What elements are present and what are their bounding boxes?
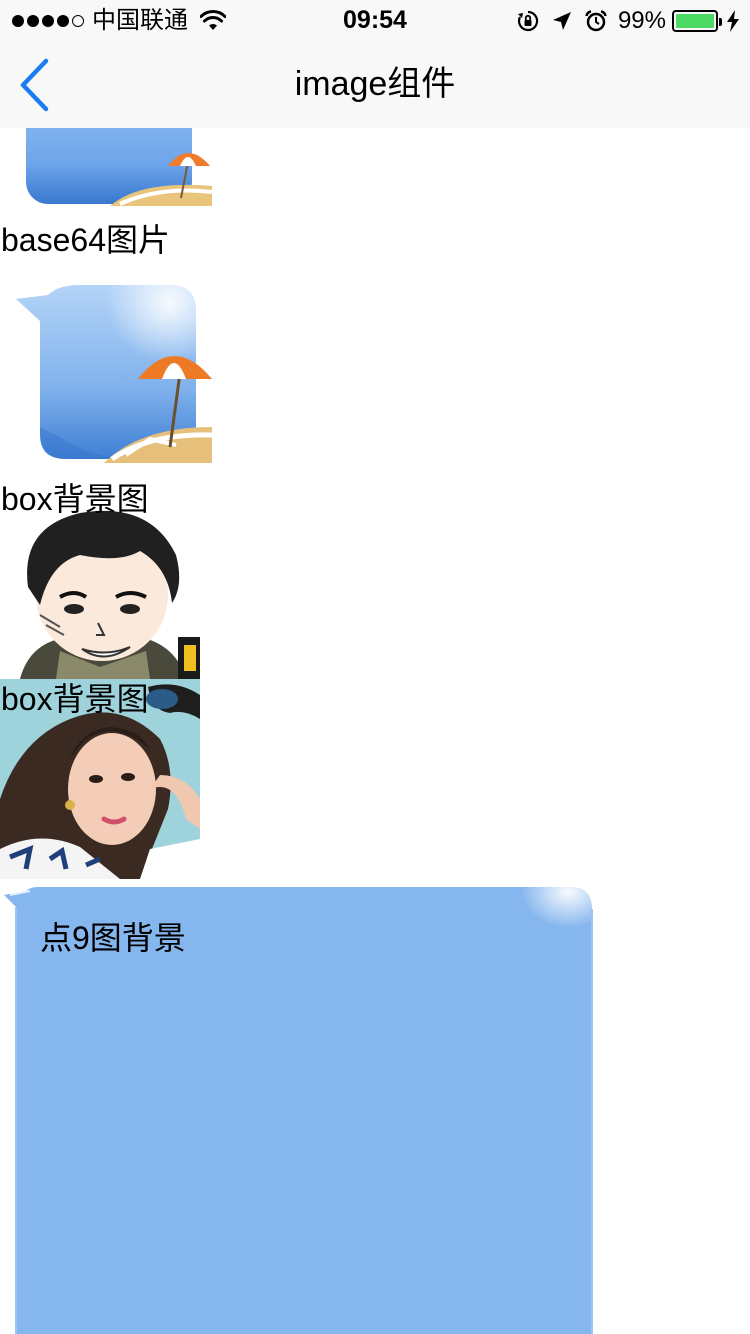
location-arrow-icon (552, 12, 571, 30)
battery-fill (676, 14, 714, 28)
charging-icon (727, 10, 739, 32)
base64-image-label: base64图片 (1, 222, 170, 258)
page-title: image组件 (294, 65, 456, 103)
cartoon-avatar-image (0, 505, 200, 679)
base64-bubble-image (16, 285, 212, 463)
status-right: 99% (516, 6, 740, 36)
box-background-label-2: box背景图 (1, 681, 149, 717)
nine-patch-label: 点9图背景 (40, 920, 186, 956)
orientation-lock-icon (517, 10, 539, 32)
battery-icon (672, 10, 722, 32)
alarm-icon (585, 10, 607, 32)
scroll-content[interactable]: base64图片 box背景图 box背景图 点9图背景 (0, 128, 750, 1334)
status-bar: 中国联通 09:54 99% (0, 0, 750, 40)
bubble-image-clipped (26, 128, 212, 206)
battery-percent: 99% (617, 7, 666, 34)
navigation-bar: image组件 (0, 40, 750, 128)
box-background-label-1: box背景图 (1, 481, 149, 517)
